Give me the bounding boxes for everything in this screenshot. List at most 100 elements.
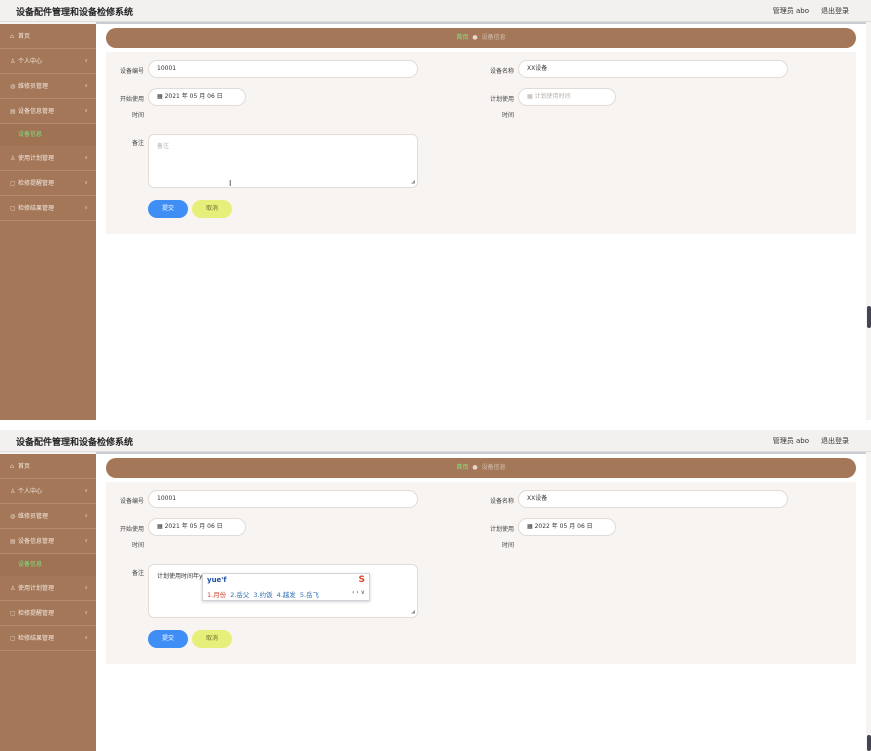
sidebar-item-usage-plan-management[interactable]: ♙ 使用计划管理 ∨ — [0, 146, 96, 171]
main-content: 首页 ● 设备信息 设备编号 10001 设备名称 XX设备 开始使用 时间 ▦ 2… — [96, 24, 866, 420]
screenshot-panel-1: 设备配件管理和设备检修系统 管理员 abo 退出登录 ⌂ 首页 ♙ 个人中心 ∨ ◍ 维… — [0, 0, 871, 420]
sidebar-item-label: 首页 — [18, 463, 31, 470]
sidebar-item-maintenance-reminder-management[interactable]: ▢ 检修提醒管理 ∨ — [0, 601, 96, 626]
remark-textarea[interactable]: 备注 ◢ — [148, 134, 418, 188]
home-icon: ⌂ — [10, 33, 14, 40]
logout-link[interactable]: 退出登录 — [821, 6, 849, 16]
calendar-icon: ▦ — [157, 93, 163, 100]
start-date-value: 2021 年 05 月 06 日 — [164, 93, 223, 100]
submit-button[interactable]: 提交 — [148, 630, 188, 648]
sidebar-item-device-info-management[interactable]: ▤ 设备信息管理 ∨ — [0, 99, 96, 124]
breadcrumb: 首页 ● 设备信息 — [106, 458, 856, 478]
start-date-picker[interactable]: ▦ 2021 年 05 月 06 日 — [148, 88, 246, 106]
ime-candidate[interactable]: 2.岳父 — [230, 591, 249, 599]
chevron-down-icon: ∨ — [84, 513, 88, 519]
ime-candidate[interactable]: 3.约饭 — [253, 591, 272, 599]
sidebar-item-repairer-management[interactable]: ◍ 维修员管理 ∨ — [0, 74, 96, 99]
bell-icon: ▢ — [10, 610, 16, 617]
sidebar-item-maintenance-result-management[interactable]: ▢ 检修结果管理 ∨ — [0, 626, 96, 651]
sidebar-subitem-device-info[interactable]: 设备信息 — [0, 124, 96, 146]
sidebar-item-maintenance-result-management[interactable]: ▢ 检修结果管理 ∨ — [0, 196, 96, 221]
admin-label: 管理员 abo — [772, 437, 809, 445]
start-date-value: 2021 年 05 月 06 日 — [164, 523, 223, 530]
start-use-time-label: 时间 — [131, 542, 144, 549]
sidebar-item-label: 使用计划管理 — [18, 585, 55, 592]
app-title: 设备配件管理和设备检修系统 — [16, 8, 134, 18]
start-date-picker[interactable]: ▦ 2021 年 05 月 06 日 — [148, 518, 246, 536]
sidebar-item-repairer-management[interactable]: ◍ 维修员管理 ∨ — [0, 504, 96, 529]
calendar-icon: ▦ — [157, 523, 163, 530]
ime-candidate-window: yue'f S 1.月份 2.岳父 3.约饭 4.越发 5.岳飞 ‹ › ∨ — [202, 573, 370, 601]
sidebar-item-label: 检修结果管理 — [18, 635, 55, 642]
plan-date-picker[interactable]: ▦ 计划使用时间 — [518, 88, 616, 106]
bell-icon: ▢ — [10, 180, 16, 187]
breadcrumb-home-link[interactable]: 首页 — [456, 34, 468, 41]
wrench-icon: ◍ — [10, 513, 16, 520]
breadcrumb-current: 设备信息 — [481, 464, 506, 471]
plan-date-value: 2022 年 05 月 06 日 — [534, 523, 593, 530]
sidebar-item-label: 维修员管理 — [18, 83, 49, 90]
sidebar-item-label: 检修提醒管理 — [18, 610, 55, 617]
chevron-down-icon: ∨ — [84, 585, 88, 591]
calendar-icon: ▦ — [527, 93, 533, 100]
ime-pinyin: yue'f — [207, 576, 227, 584]
device-no-label: 设备编号 — [119, 498, 144, 505]
logout-link[interactable]: 退出登录 — [821, 436, 849, 446]
sidebar-item-maintenance-reminder-management[interactable]: ▢ 检修提醒管理 ∨ — [0, 171, 96, 196]
device-name-label: 设备名称 — [489, 68, 514, 75]
sidebar-item-label: 个人中心 — [18, 58, 43, 65]
device-name-input[interactable]: XX设备 — [518, 60, 788, 78]
sidebar-item-label: 检修结果管理 — [18, 205, 55, 212]
resize-handle-icon[interactable]: ◢ — [411, 179, 415, 185]
list-icon: ▤ — [10, 108, 16, 115]
calendar-icon: ▦ — [527, 523, 533, 530]
list-icon: ▤ — [10, 538, 16, 545]
device-name-input[interactable]: XX设备 — [518, 490, 788, 508]
separator-dot-icon: ● — [472, 464, 478, 471]
ime-candidate[interactable]: 4.越发 — [277, 591, 296, 599]
scrollbar-thumb[interactable] — [867, 735, 871, 751]
sidebar-item-usage-plan-management[interactable]: ♙ 使用计划管理 ∨ — [0, 576, 96, 601]
plan-date-placeholder: 计划使用时间 — [534, 93, 571, 100]
remark-label: 备注 — [131, 140, 144, 147]
sidebar-item-label: 设备信息管理 — [18, 108, 55, 115]
sidebar-item-personal-center[interactable]: ♙ 个人中心 ∨ — [0, 49, 96, 74]
ime-candidate[interactable]: 1.月份 — [207, 591, 226, 599]
plan-date-picker[interactable]: ▦ 2022 年 05 月 06 日 — [518, 518, 616, 536]
ime-candidate[interactable]: 5.岳飞 — [300, 591, 319, 599]
chevron-down-icon: ∨ — [84, 180, 88, 186]
breadcrumb-current: 设备信息 — [481, 34, 506, 41]
wrench-icon: ◍ — [10, 83, 16, 90]
ime-page-nav-icon[interactable]: ‹ › ∨ — [352, 589, 365, 596]
start-use-time-label: 时间 — [131, 112, 144, 119]
breadcrumb-home-link[interactable]: 首页 — [456, 464, 468, 471]
submit-button[interactable]: 提交 — [148, 200, 188, 218]
app-title: 设备配件管理和设备检修系统 — [16, 438, 134, 448]
scrollbar-thumb[interactable] — [867, 306, 871, 328]
plan-use-label: 计划使用 — [489, 526, 514, 533]
sidebar-item-home[interactable]: ⌂ 首页 — [0, 24, 96, 49]
device-no-input[interactable]: 10001 — [148, 60, 418, 78]
sidebar-item-label: 维修员管理 — [18, 513, 49, 520]
chevron-up-icon: ∨ — [84, 108, 88, 114]
cancel-button[interactable]: 取消 — [192, 630, 232, 648]
chevron-down-icon: ∨ — [84, 610, 88, 616]
user-icon: ♙ — [10, 58, 16, 65]
chevron-down-icon: ∨ — [84, 83, 88, 89]
top-bar: 设备配件管理和设备检修系统 管理员 abo 退出登录 — [0, 0, 871, 22]
device-no-label: 设备编号 — [119, 68, 144, 75]
sidebar-item-label: 个人中心 — [18, 488, 43, 495]
sidebar-item-home[interactable]: ⌂ 首页 — [0, 454, 96, 479]
sidebar-item-personal-center[interactable]: ♙ 个人中心 ∨ — [0, 479, 96, 504]
resize-handle-icon[interactable]: ◢ — [411, 609, 415, 615]
start-use-label: 开始使用 — [119, 96, 144, 103]
start-use-label: 开始使用 — [119, 526, 144, 533]
chevron-up-icon: ∨ — [84, 538, 88, 544]
separator-dot-icon: ● — [472, 34, 478, 41]
sidebar-item-device-info-management[interactable]: ▤ 设备信息管理 ∨ — [0, 529, 96, 554]
cancel-button[interactable]: 取消 — [192, 200, 232, 218]
device-no-input[interactable]: 10001 — [148, 490, 418, 508]
chevron-down-icon: ∨ — [84, 155, 88, 161]
breadcrumb: 首页 ● 设备信息 — [106, 28, 856, 48]
sidebar-subitem-device-info[interactable]: 设备信息 — [0, 554, 96, 576]
